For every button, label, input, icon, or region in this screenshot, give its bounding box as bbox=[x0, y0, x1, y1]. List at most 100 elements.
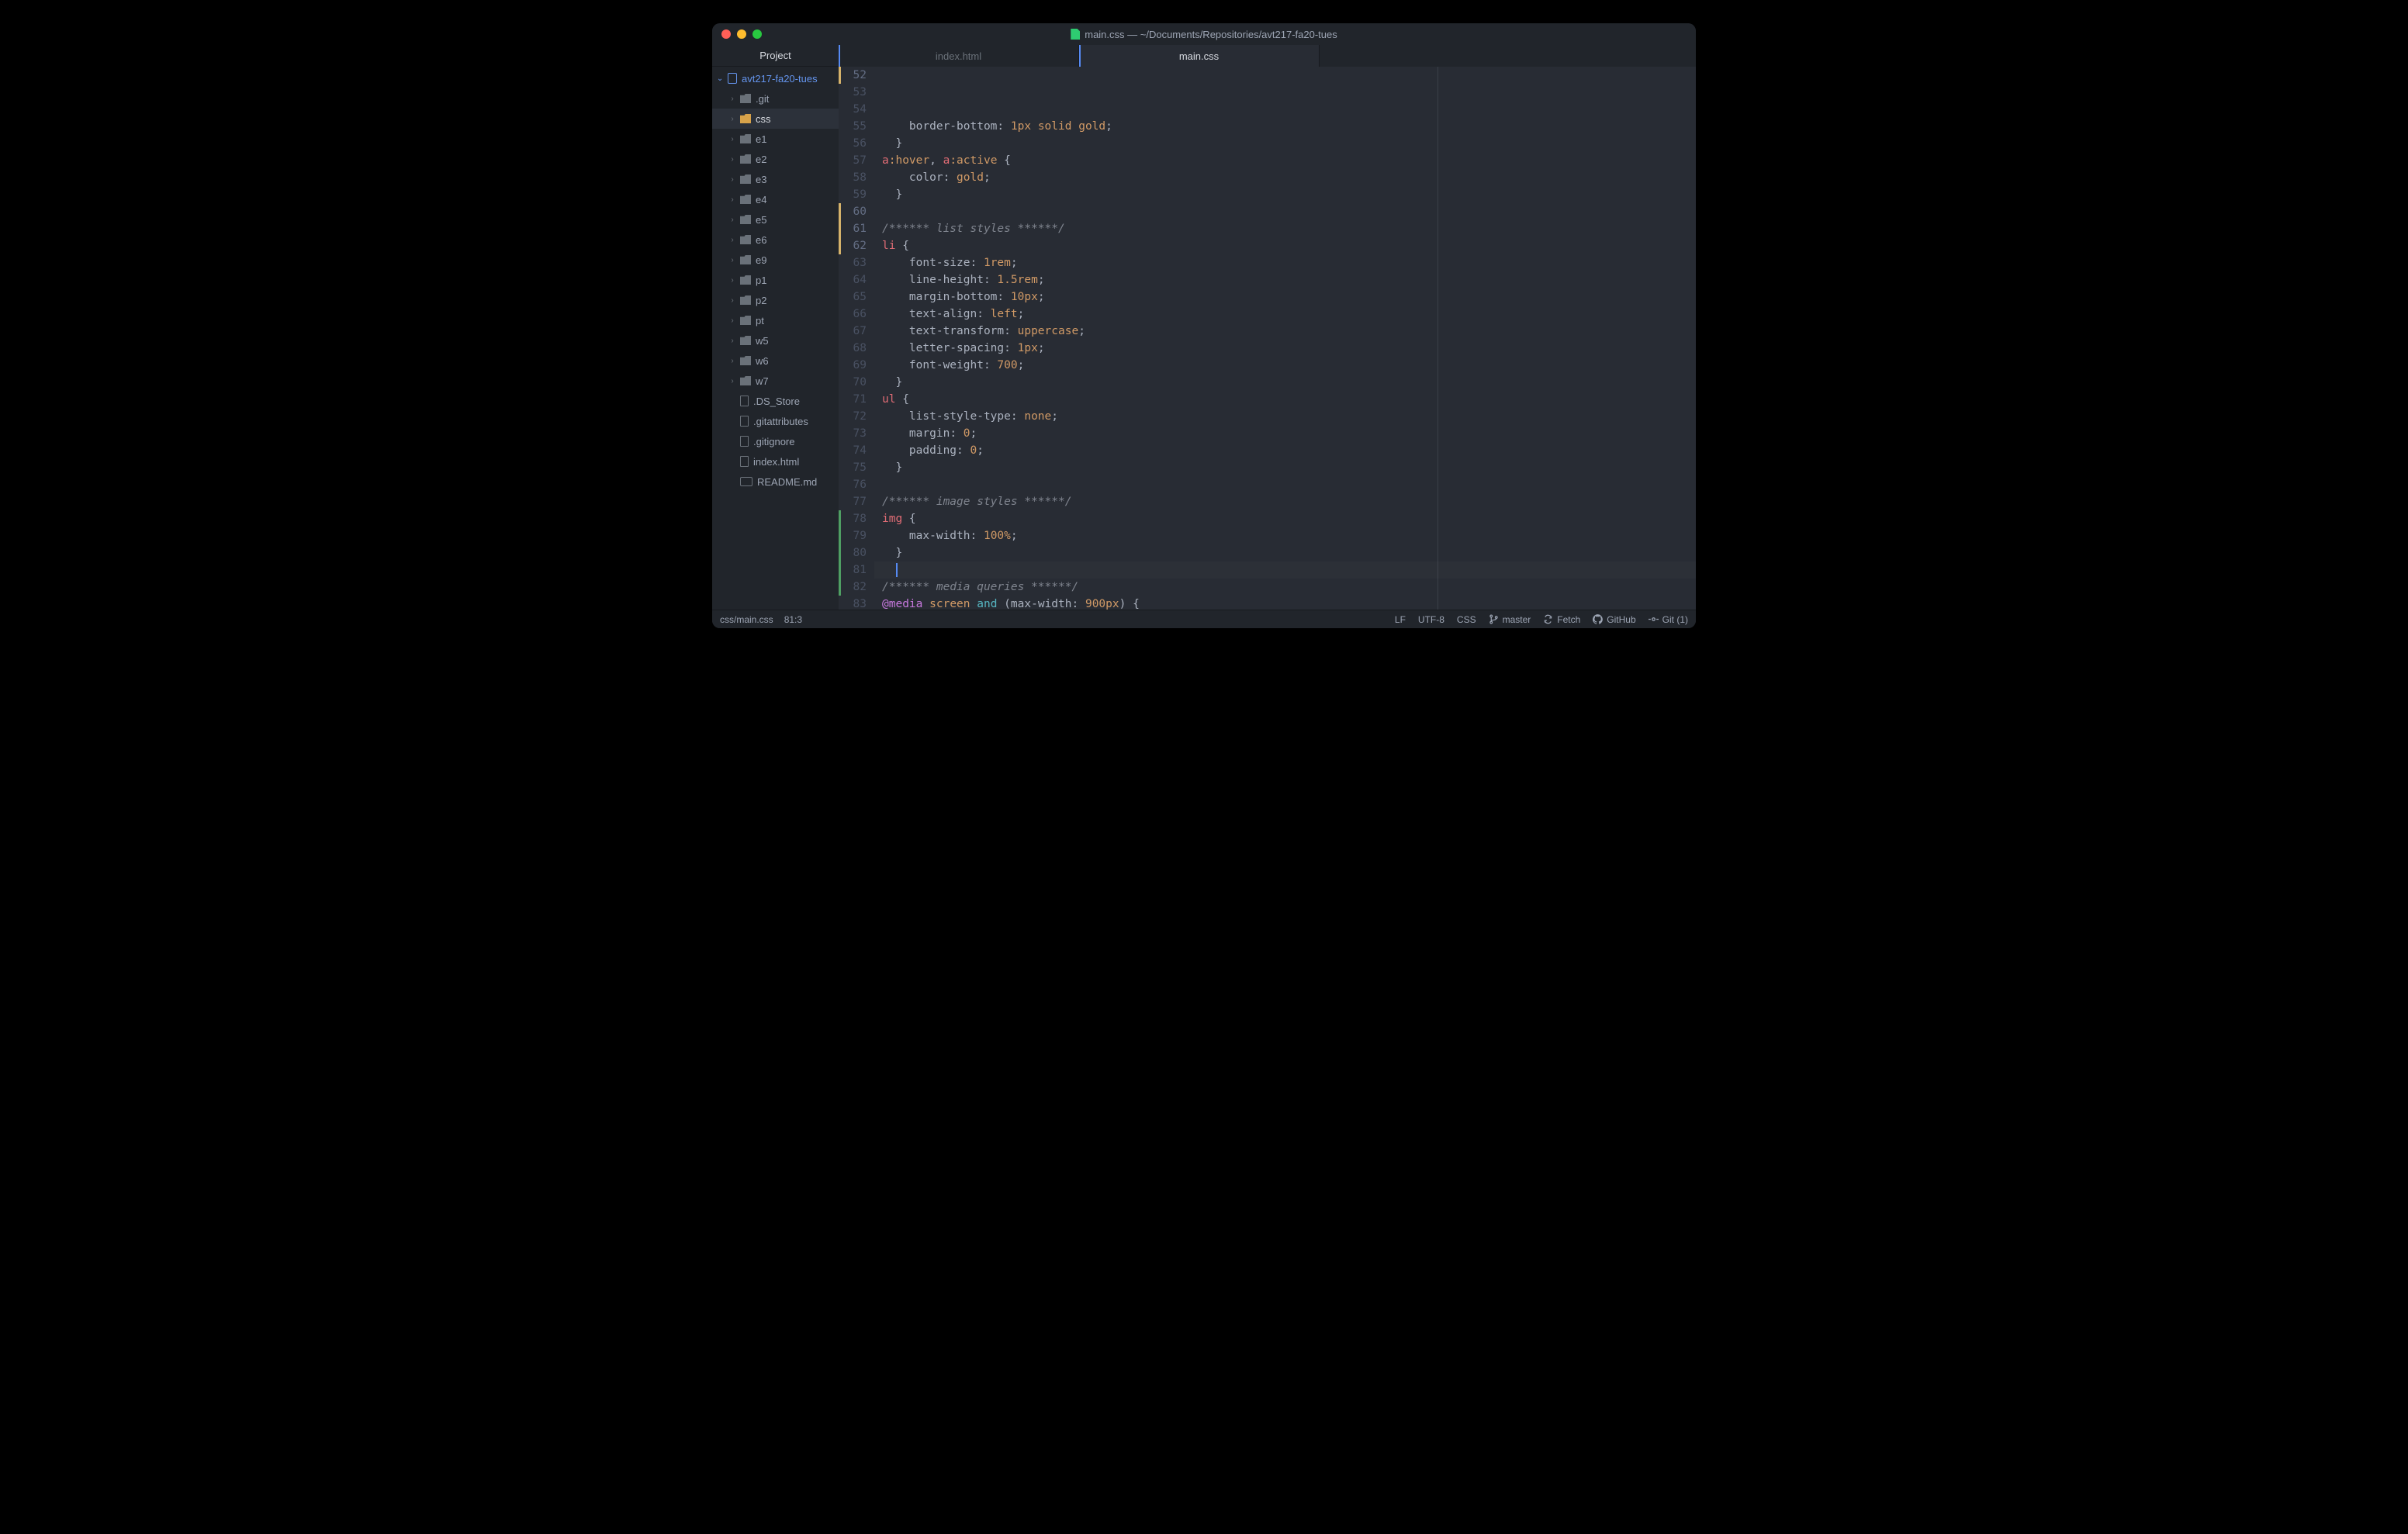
tree-folder[interactable]: ›w7 bbox=[712, 371, 839, 391]
code-line[interactable]: /****** media queries ******/ bbox=[882, 579, 1696, 596]
line-number[interactable]: 55 bbox=[839, 118, 867, 135]
line-number[interactable]: 69 bbox=[839, 357, 867, 374]
line-number[interactable]: 72 bbox=[839, 408, 867, 425]
code-line[interactable]: /****** image styles ******/ bbox=[882, 493, 1696, 510]
status-github[interactable]: GitHub bbox=[1593, 614, 1635, 625]
code-line[interactable]: } bbox=[882, 135, 1696, 152]
code-line[interactable]: max-width: 100%; bbox=[882, 527, 1696, 544]
code-line[interactable]: img { bbox=[882, 510, 1696, 527]
code-line[interactable]: @media screen and (max-width: 900px) { bbox=[882, 596, 1696, 610]
tree-folder[interactable]: ›e6 bbox=[712, 230, 839, 250]
tree-folder[interactable]: ›p2 bbox=[712, 290, 839, 310]
zoom-window-button[interactable] bbox=[752, 29, 762, 39]
line-number[interactable]: 66 bbox=[839, 306, 867, 323]
line-number[interactable]: 63 bbox=[839, 254, 867, 271]
minimize-window-button[interactable] bbox=[737, 29, 746, 39]
code-line[interactable]: letter-spacing: 1px; bbox=[882, 340, 1696, 357]
tree-folder[interactable]: ›w6 bbox=[712, 351, 839, 371]
editor-tab[interactable]: main.css bbox=[1079, 45, 1320, 67]
code-line[interactable]: a:hover, a:active { bbox=[882, 152, 1696, 169]
code-line[interactable]: line-height: 1.5rem; bbox=[882, 271, 1696, 288]
tree-file[interactable]: README.md bbox=[712, 472, 839, 492]
line-number[interactable]: 54 bbox=[839, 101, 867, 118]
status-cursor-pos[interactable]: 81:3 bbox=[784, 614, 802, 625]
code-line[interactable]: } bbox=[882, 459, 1696, 476]
code-line[interactable]: /****** list styles ******/ bbox=[882, 220, 1696, 237]
code-line[interactable]: margin-bottom: 10px; bbox=[882, 288, 1696, 306]
line-number[interactable]: 81 bbox=[839, 561, 867, 579]
line-number[interactable]: 68 bbox=[839, 340, 867, 357]
tree-file[interactable]: index.html bbox=[712, 451, 839, 472]
line-number[interactable]: 70 bbox=[839, 374, 867, 391]
line-number[interactable]: 67 bbox=[839, 323, 867, 340]
tree-folder[interactable]: ›e3 bbox=[712, 169, 839, 189]
code-line[interactable]: } bbox=[882, 544, 1696, 561]
line-number[interactable]: 73 bbox=[839, 425, 867, 442]
line-number[interactable]: 62 bbox=[839, 237, 867, 254]
tree-file[interactable]: .gitattributes bbox=[712, 411, 839, 431]
status-fetch[interactable]: Fetch bbox=[1543, 614, 1580, 625]
line-number[interactable]: 59 bbox=[839, 186, 867, 203]
tree-folder[interactable]: ›e1 bbox=[712, 129, 839, 149]
code-line[interactable]: text-transform: uppercase; bbox=[882, 323, 1696, 340]
code-line[interactable] bbox=[882, 203, 1696, 220]
code-line[interactable]: } bbox=[882, 374, 1696, 391]
line-number[interactable]: 61 bbox=[839, 220, 867, 237]
tree-folder[interactable]: ›e2 bbox=[712, 149, 839, 169]
close-window-button[interactable] bbox=[721, 29, 731, 39]
code-line[interactable]: font-size: 1rem; bbox=[882, 254, 1696, 271]
code-line[interactable]: font-weight: 700; bbox=[882, 357, 1696, 374]
line-number[interactable]: 65 bbox=[839, 288, 867, 306]
line-number[interactable]: 56 bbox=[839, 135, 867, 152]
tree-file[interactable]: .gitignore bbox=[712, 431, 839, 451]
tree-folder[interactable]: ›pt bbox=[712, 310, 839, 330]
code-content[interactable]: border-bottom: 1px solid gold; }a:hover,… bbox=[874, 67, 1696, 610]
code-editor[interactable]: 5253545556575859606162636465666768697071… bbox=[839, 67, 1696, 610]
tree-root[interactable]: ⌄ avt217-fa20-tues bbox=[712, 68, 839, 88]
line-number[interactable]: 80 bbox=[839, 544, 867, 561]
code-line[interactable]: li { bbox=[882, 237, 1696, 254]
tree-folder[interactable]: ›w5 bbox=[712, 330, 839, 351]
code-line[interactable]: border-bottom: 1px solid gold; bbox=[882, 118, 1696, 135]
line-number[interactable]: 58 bbox=[839, 169, 867, 186]
code-line[interactable] bbox=[882, 476, 1696, 493]
editor-tab[interactable]: index.html bbox=[839, 45, 1079, 67]
tree-folder[interactable]: ›e9 bbox=[712, 250, 839, 270]
line-number[interactable]: 71 bbox=[839, 391, 867, 408]
tree-folder[interactable]: ›p1 bbox=[712, 270, 839, 290]
line-number[interactable]: 77 bbox=[839, 493, 867, 510]
status-encoding[interactable]: UTF-8 bbox=[1418, 614, 1444, 625]
line-number[interactable]: 79 bbox=[839, 527, 867, 544]
folder-icon bbox=[740, 356, 751, 365]
code-line[interactable]: padding: 0; bbox=[882, 442, 1696, 459]
line-number[interactable]: 74 bbox=[839, 442, 867, 459]
tree-folder[interactable]: ›.git bbox=[712, 88, 839, 109]
code-line[interactable]: text-align: left; bbox=[882, 306, 1696, 323]
line-number[interactable]: 60 bbox=[839, 203, 867, 220]
status-line-ending[interactable]: LF bbox=[1395, 614, 1406, 625]
status-grammar[interactable]: CSS bbox=[1457, 614, 1476, 625]
line-number[interactable]: 57 bbox=[839, 152, 867, 169]
line-number[interactable]: 52 bbox=[839, 67, 867, 84]
line-number[interactable]: 53 bbox=[839, 84, 867, 101]
line-number[interactable]: 76 bbox=[839, 476, 867, 493]
line-number[interactable]: 78 bbox=[839, 510, 867, 527]
code-line[interactable]: margin: 0; bbox=[882, 425, 1696, 442]
code-line[interactable]: list-style-type: none; bbox=[882, 408, 1696, 425]
tree-folder[interactable]: ›e4 bbox=[712, 189, 839, 209]
tree-folder[interactable]: ›css bbox=[712, 109, 839, 129]
chevron-right-icon: › bbox=[729, 135, 735, 143]
code-line[interactable]: color: gold; bbox=[882, 169, 1696, 186]
status-file-path[interactable]: css/main.css bbox=[720, 614, 773, 625]
file-icon bbox=[740, 456, 749, 467]
code-line[interactable]: } bbox=[882, 186, 1696, 203]
tree-file[interactable]: .DS_Store bbox=[712, 391, 839, 411]
code-line[interactable]: ul { bbox=[882, 391, 1696, 408]
line-number[interactable]: 75 bbox=[839, 459, 867, 476]
status-branch[interactable]: master bbox=[1489, 614, 1531, 625]
status-git[interactable]: Git (1) bbox=[1649, 614, 1688, 625]
line-number[interactable]: 82 bbox=[839, 579, 867, 596]
line-number[interactable]: 64 bbox=[839, 271, 867, 288]
tree-folder[interactable]: ›e5 bbox=[712, 209, 839, 230]
line-number[interactable]: 83 bbox=[839, 596, 867, 610]
